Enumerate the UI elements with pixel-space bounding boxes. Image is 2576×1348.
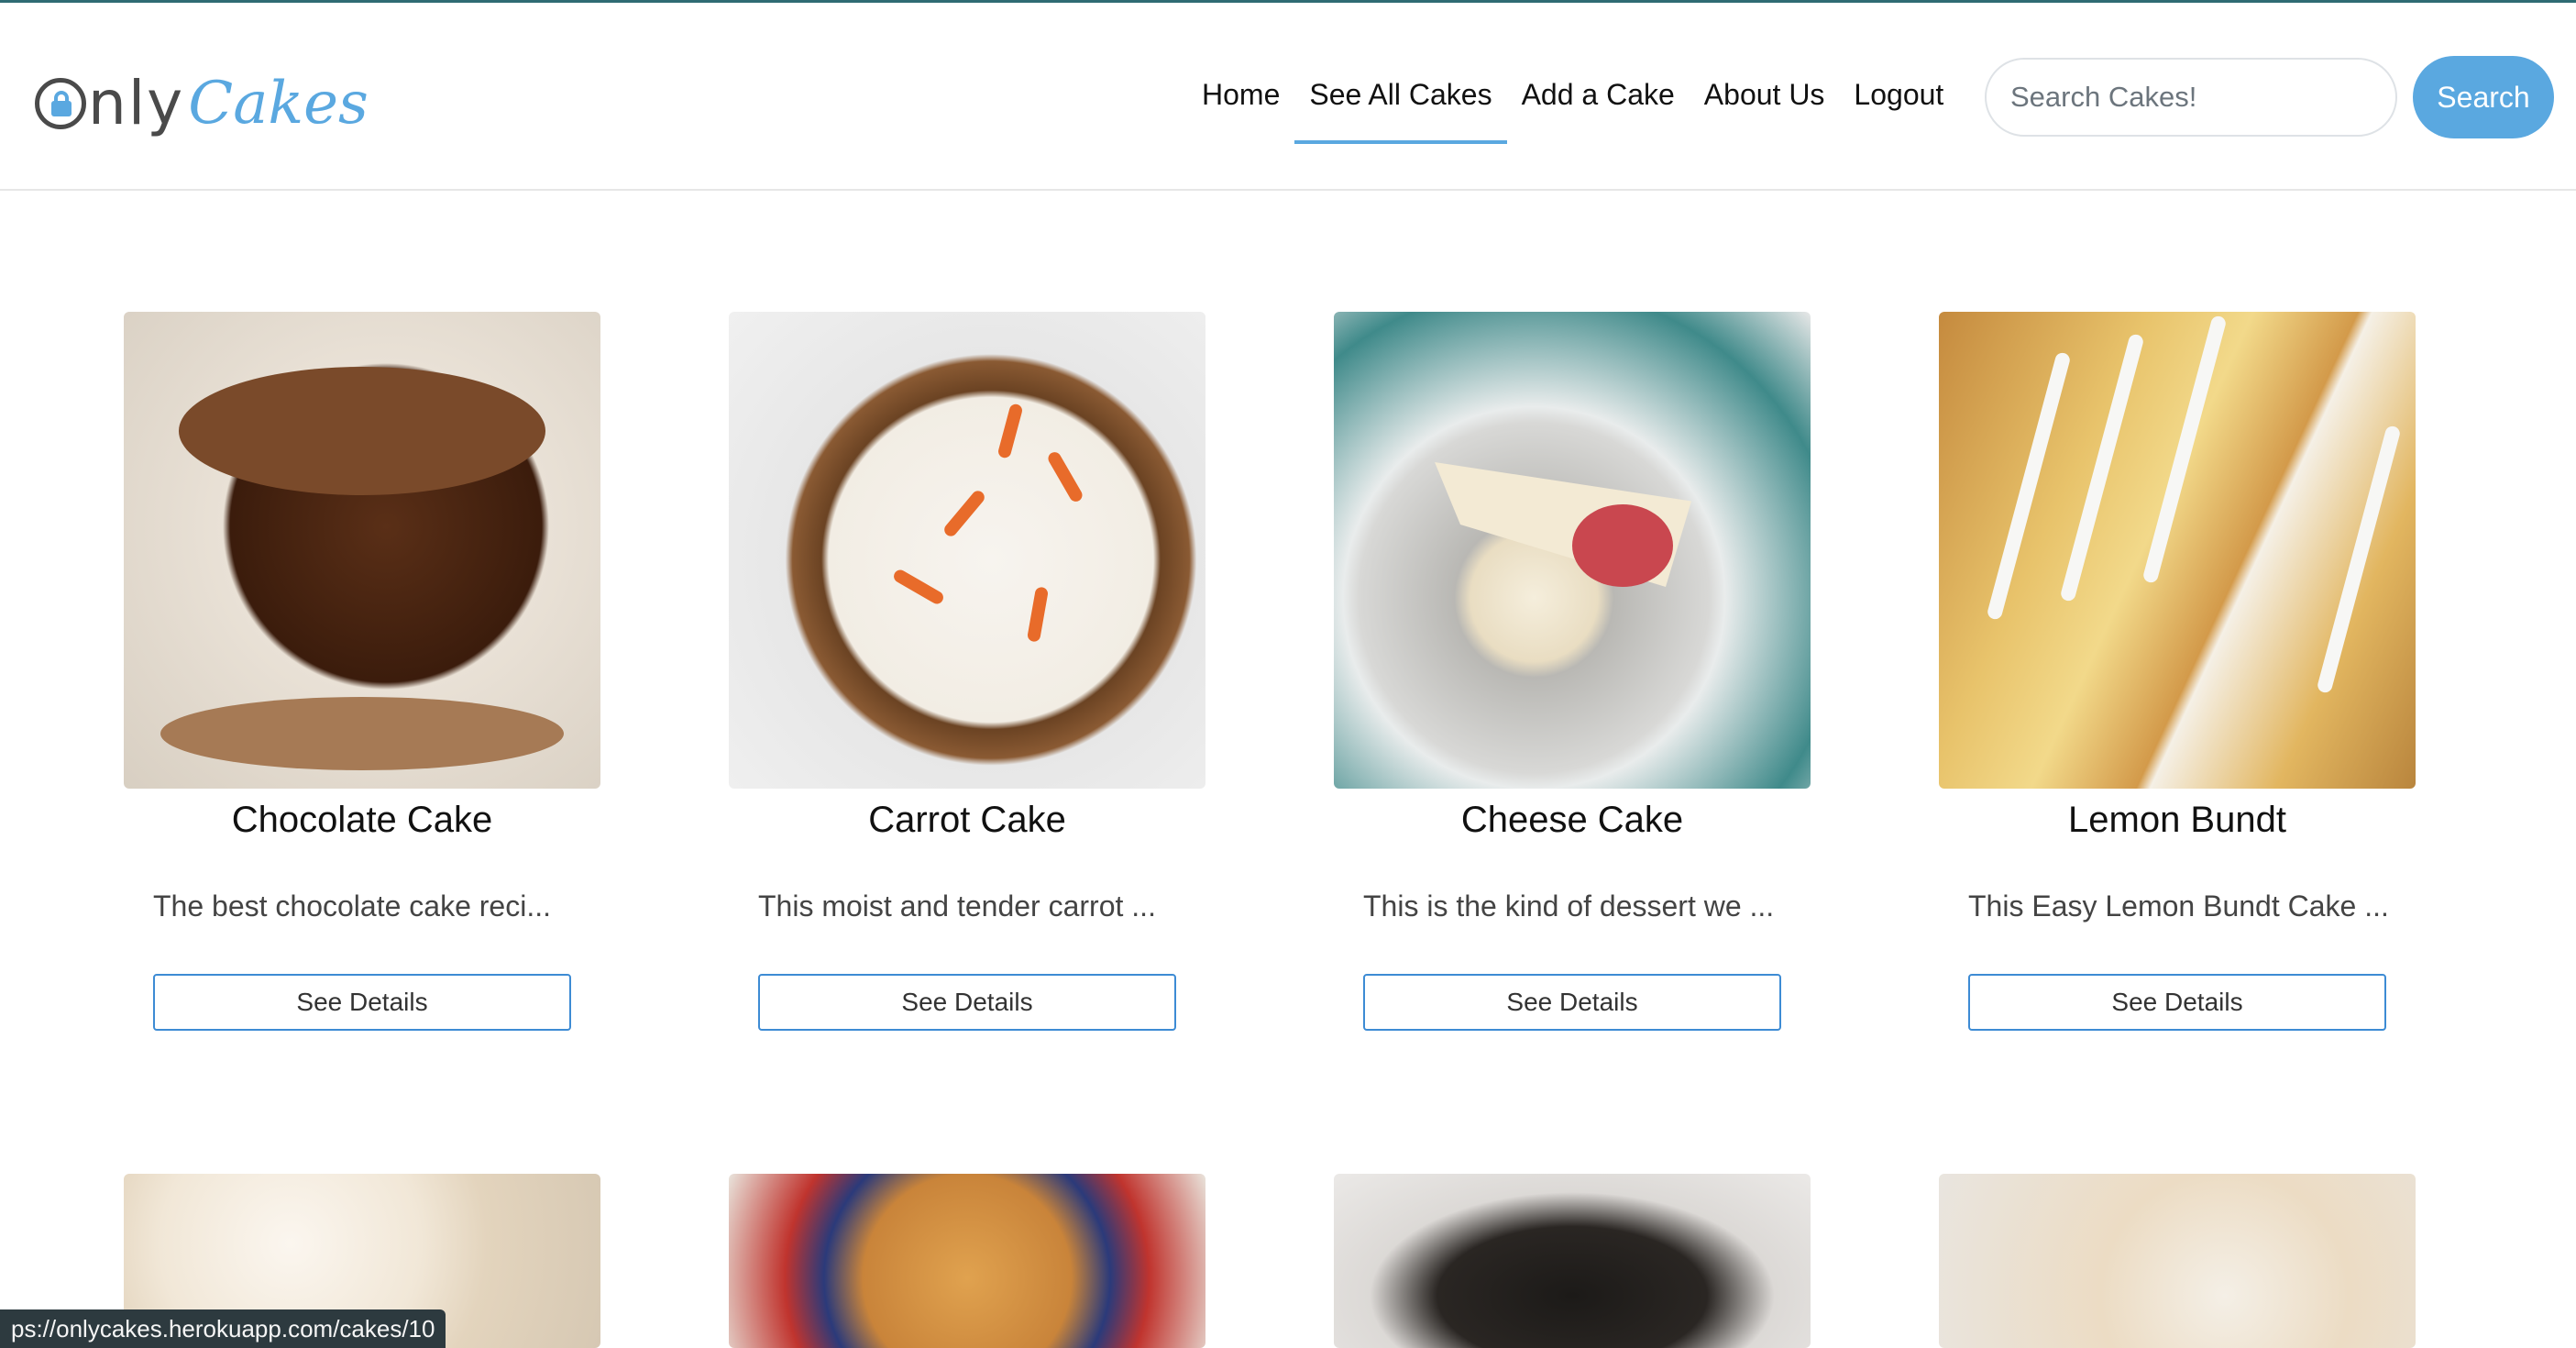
cake-description: This moist and tender carrot ... [758,889,1156,923]
cake-title: Cheese Cake [1460,800,1684,840]
see-details-button[interactable]: See Details [758,974,1176,1031]
cake-description: The best chocolate cake reci... [153,889,551,923]
cake-card-cheese: Cheese Cake This is the kind of dessert … [1334,312,1811,1031]
cake-image[interactable] [729,1174,1205,1348]
see-details-button[interactable]: See Details [1363,974,1781,1031]
search-input[interactable] [1985,58,2397,137]
cake-title: Carrot Cake [868,800,1066,840]
search-button[interactable]: Search [2413,56,2554,138]
brand-name-part2: Cakes [188,70,369,138]
cake-card-row2-2 [729,1174,1205,1348]
cake-image[interactable] [1939,1174,2416,1348]
cake-description: This is the kind of dessert we ... [1363,889,1775,923]
brand-name-part1: nly [88,68,185,138]
lock-icon [35,78,86,129]
cake-card-row2-4 [1939,1174,2416,1348]
link-status-bar: ps://onlycakes.herokuapp.com/cakes/10 [0,1309,446,1348]
nav-home[interactable]: Home [1187,58,1294,140]
nav-see-all-cakes[interactable]: See All Cakes [1294,58,1507,144]
cake-card-carrot: Carrot Cake This moist and tender carrot… [729,312,1205,1031]
navbar: nly Cakes Home See All Cakes Add a Cake … [0,3,2576,191]
brand-logo[interactable]: nly Cakes [35,67,369,140]
cake-card-row2-3 [1334,1174,1811,1348]
cake-card-lemon: Lemon Bundt This Easy Lemon Bundt Cake .… [1939,312,2416,1031]
cake-description: This Easy Lemon Bundt Cake ... [1968,889,2389,923]
nav-about-us[interactable]: About Us [1690,58,1840,140]
cake-image-lemon[interactable] [1939,312,2416,789]
cake-image-carrot[interactable] [729,312,1205,789]
cake-title: Lemon Bundt [2068,800,2286,840]
main-nav: Home See All Cakes Add a Cake About Us L… [1187,58,1958,144]
see-details-button[interactable]: See Details [1968,974,2386,1031]
nav-logout[interactable]: Logout [1839,58,1958,140]
cake-image[interactable] [1334,1174,1811,1348]
cake-image-cheese[interactable] [1334,312,1811,789]
cake-image-chocolate[interactable] [124,312,600,789]
see-details-button[interactable]: See Details [153,974,571,1031]
nav-add-a-cake[interactable]: Add a Cake [1507,58,1690,140]
cake-title: Chocolate Cake [231,800,493,840]
cake-card-chocolate: Chocolate Cake The best chocolate cake r… [124,312,600,1031]
